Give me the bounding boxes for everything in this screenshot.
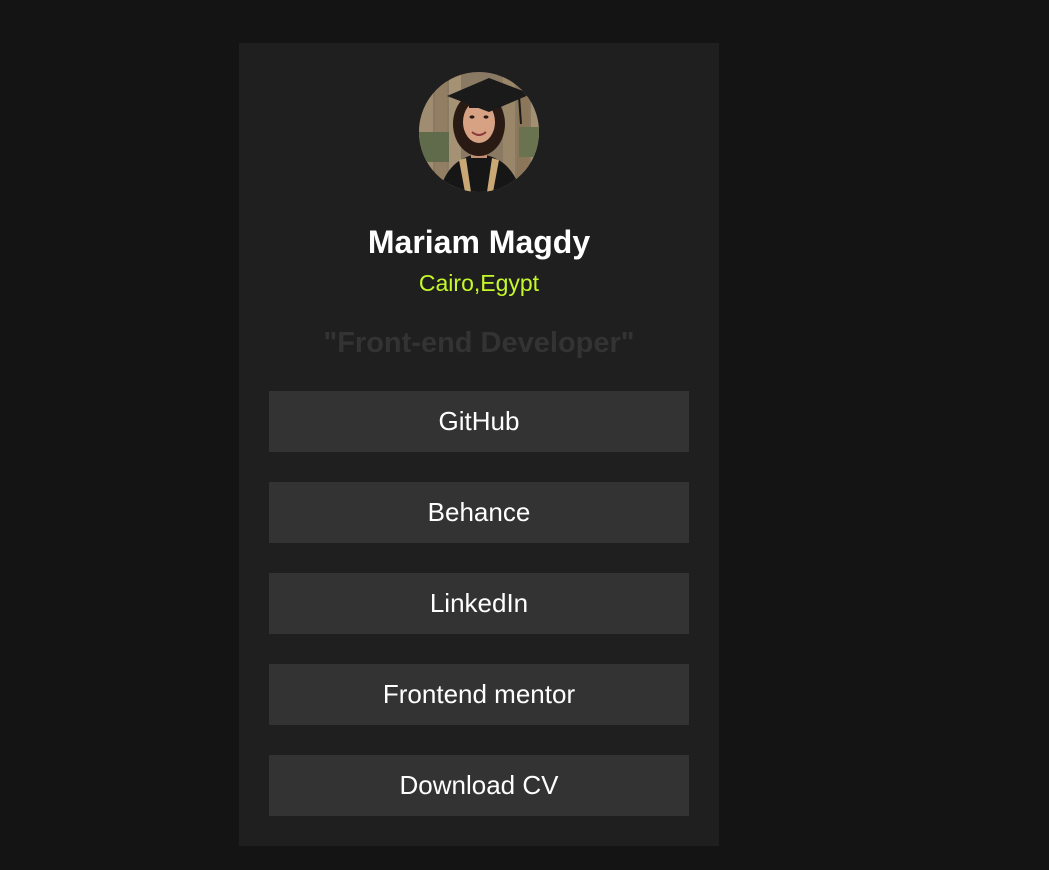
avatar-photo [419, 72, 539, 192]
profile-card: Mariam Magdy Cairo,Egypt "Front-end Deve… [239, 43, 719, 846]
profile-name: Mariam Magdy [367, 224, 591, 260]
links-list: GitHub Behance LinkedIn Frontend mentor … [269, 391, 689, 846]
profile-tagline: "Front-end Developer" [323, 327, 635, 359]
download-cv-button[interactable]: Download CV [269, 755, 689, 816]
profile-location: Cairo,Egypt [418, 270, 540, 296]
avatar [419, 72, 539, 192]
github-link-button[interactable]: GitHub [269, 391, 689, 452]
behance-link-button[interactable]: Behance [269, 482, 689, 543]
frontend-mentor-link-button[interactable]: Frontend mentor [269, 664, 689, 725]
linkedin-link-button[interactable]: LinkedIn [269, 573, 689, 634]
